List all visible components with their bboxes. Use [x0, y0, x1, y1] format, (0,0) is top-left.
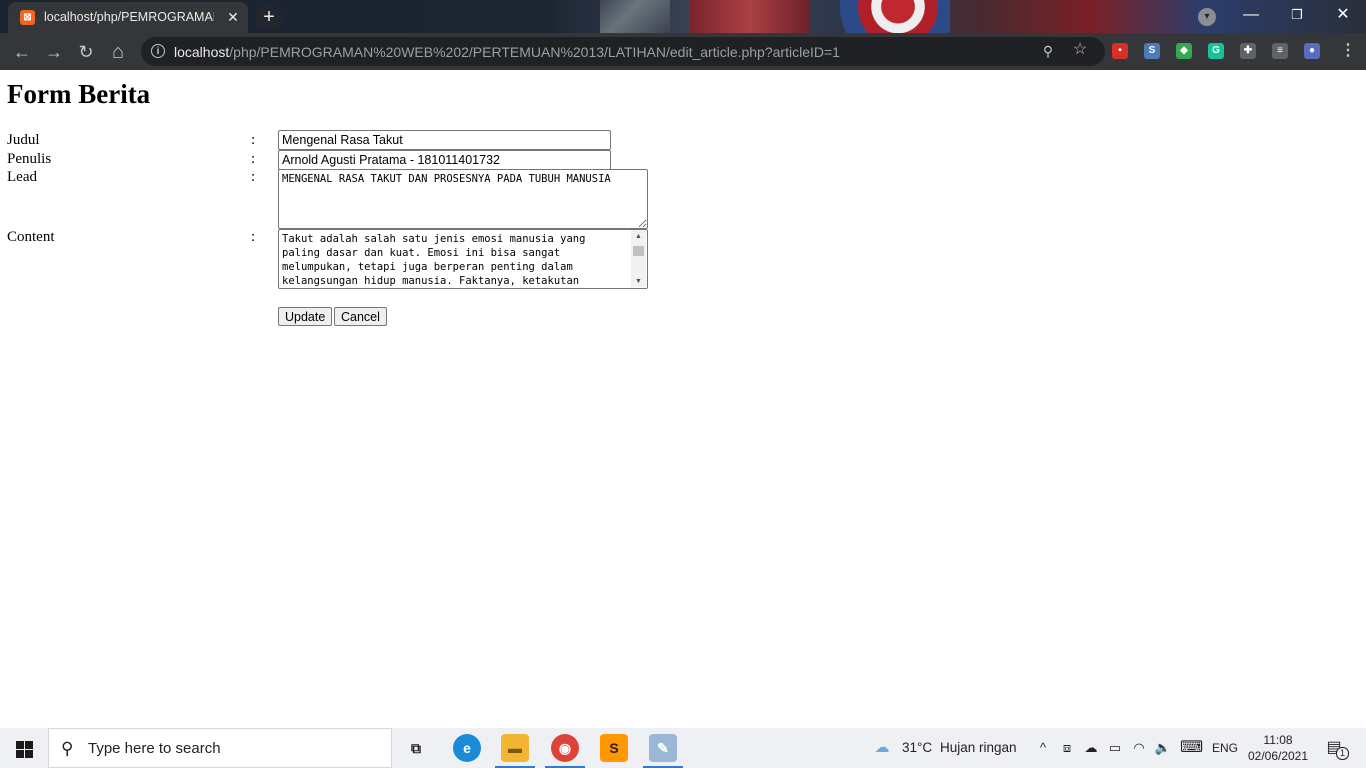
judul-label: Judul — [7, 132, 40, 148]
judul-colon: : — [251, 132, 256, 148]
windows-logo-icon — [16, 750, 24, 758]
paint-icon[interactable]: ✎ — [643, 734, 683, 768]
wifi-icon[interactable]: ◠ — [1130, 739, 1148, 757]
reload-button[interactable]: ↻ — [74, 40, 98, 64]
cancel-button[interactable]: Cancel — [334, 307, 387, 326]
windows-logo-icon — [25, 741, 33, 749]
search-placeholder: Type here to search — [88, 740, 221, 757]
close-window-button[interactable]: ✕ — [1320, 0, 1366, 30]
scrollbar-thumb[interactable] — [633, 246, 644, 256]
profile-avatar-icon[interactable]: ● — [1304, 43, 1320, 59]
url-host: localhost — [174, 44, 230, 60]
taskbar-search-box[interactable]: ⚲ Type here to search — [48, 728, 392, 768]
meet-now-icon[interactable]: ⧈ — [1058, 739, 1076, 757]
wallpaper-art — [690, 0, 810, 33]
tab-search-icon[interactable]: ▾ — [1198, 8, 1216, 26]
wallpaper-shield-art — [820, 0, 950, 33]
site-info-icon[interactable]: i — [151, 44, 165, 58]
forward-button[interactable]: → — [42, 40, 66, 64]
penulis-label: Penulis — [7, 151, 52, 167]
page-content: Form Berita Judul : Penulis : Lead : Con… — [0, 70, 1366, 728]
home-button[interactable]: ⌂ — [106, 40, 130, 64]
minimize-window-button[interactable]: — — [1228, 0, 1274, 30]
weather-temperature[interactable]: 31°C — [902, 740, 932, 755]
onedrive-cloud-icon[interactable]: ☁ — [1082, 739, 1100, 757]
content-scrollbar[interactable]: ▲ ▼ — [631, 230, 646, 287]
tab-close-icon[interactable]: ✕ — [224, 8, 242, 26]
start-button[interactable] — [0, 728, 48, 768]
new-tab-button[interactable]: + — [256, 5, 282, 29]
sublime-text-icon[interactable]: S — [600, 734, 628, 762]
lead-colon: : — [251, 169, 256, 185]
file-explorer-icon[interactable]: ▬ — [495, 734, 535, 768]
windows-logo-icon — [25, 750, 33, 758]
menu-icon[interactable]: ⋮ — [1340, 43, 1356, 59]
clock-date: 02/06/2021 — [1247, 749, 1309, 763]
content-textarea[interactable] — [278, 229, 648, 289]
red-shield-extension-icon[interactable]: ▪ — [1112, 43, 1128, 59]
xampp-favicon-icon: ⊠ — [20, 10, 35, 25]
tab-title: localhost/php/PEMROGRAMAN WEB 2/PERTEMUA… — [44, 10, 214, 24]
edge-icon[interactable]: e — [453, 734, 481, 762]
input-language-indicator[interactable]: ENG — [1212, 741, 1238, 755]
url-path: /php/PEMROGRAMAN%20WEB%202/PERTEMUAN%201… — [229, 44, 840, 60]
restore-window-button[interactable]: ❐ — [1274, 0, 1320, 30]
search-icon: ⚲ — [61, 739, 74, 758]
weather-description[interactable]: Hujan ringan — [940, 740, 1017, 755]
task-view-icon[interactable]: ⧉ — [402, 734, 430, 762]
chrome-icon[interactable]: ◉ — [545, 734, 585, 768]
penulis-colon: : — [251, 151, 256, 167]
address-bar[interactable]: i localhost/php/PEMROGRAMAN%20WEB%202/PE… — [141, 37, 1105, 66]
windows-logo-icon — [16, 741, 24, 749]
battery-icon[interactable]: ▭ — [1106, 739, 1124, 757]
taskbar-clock[interactable]: 11:08 02/06/2021 — [1246, 732, 1310, 764]
scroll-down-arrow-icon[interactable]: ▼ — [631, 275, 646, 287]
browser-toolbar: ← → ↻ ⌂ i localhost/php/PEMROGRAMAN%20WE… — [0, 33, 1366, 70]
page-title: Form Berita — [7, 79, 151, 109]
touch-keyboard-icon[interactable]: ⌨ — [1180, 739, 1203, 757]
scroll-up-arrow-icon[interactable]: ▲ — [631, 230, 646, 242]
show-hidden-icons-chevron-icon[interactable]: ^ — [1034, 739, 1052, 757]
lead-textarea[interactable] — [278, 169, 648, 229]
media-queue-icon[interactable]: ≡ — [1272, 43, 1288, 59]
google-drive-extension-icon[interactable]: ◆ — [1176, 43, 1192, 59]
back-button[interactable]: ← — [10, 40, 34, 64]
content-colon: : — [251, 229, 256, 245]
judul-input[interactable] — [278, 130, 611, 150]
zoom-icon[interactable]: ⚲ — [1039, 42, 1057, 60]
notification-count-badge: 1 — [1336, 747, 1349, 760]
browser-tab-active[interactable]: ⊠ localhost/php/PEMROGRAMAN WEB 2/PERTEM… — [8, 2, 248, 33]
volume-icon[interactable]: 🔈 — [1154, 739, 1172, 757]
content-label: Content — [7, 229, 55, 245]
bookmark-star-icon[interactable]: ☆ — [1071, 41, 1089, 59]
browser-titlebar: ⊠ localhost/php/PEMROGRAMAN WEB 2/PERTEM… — [0, 0, 1366, 33]
s-extension-icon[interactable]: S — [1144, 43, 1160, 59]
windows-taskbar: ⚲ Type here to search ⧉ e ▬ ◉ S ✎ ☁ 31°C Huja… — [0, 728, 1366, 768]
weather-icon[interactable]: ☁ — [873, 739, 891, 757]
wallpaper-art — [600, 0, 670, 33]
grammarly-extension-icon[interactable]: G — [1208, 43, 1224, 59]
action-center-notification-icon[interactable]: ▤ 1 — [1324, 738, 1349, 760]
penulis-input[interactable] — [278, 150, 611, 170]
clock-time: 11:08 — [1263, 733, 1293, 747]
url-text[interactable]: localhost/php/PEMROGRAMAN%20WEB%202/PERT… — [174, 44, 840, 60]
lead-label: Lead — [7, 169, 37, 185]
puzzle-extensions-icon[interactable]: ✚ — [1240, 43, 1256, 59]
update-button[interactable]: Update — [278, 307, 333, 326]
